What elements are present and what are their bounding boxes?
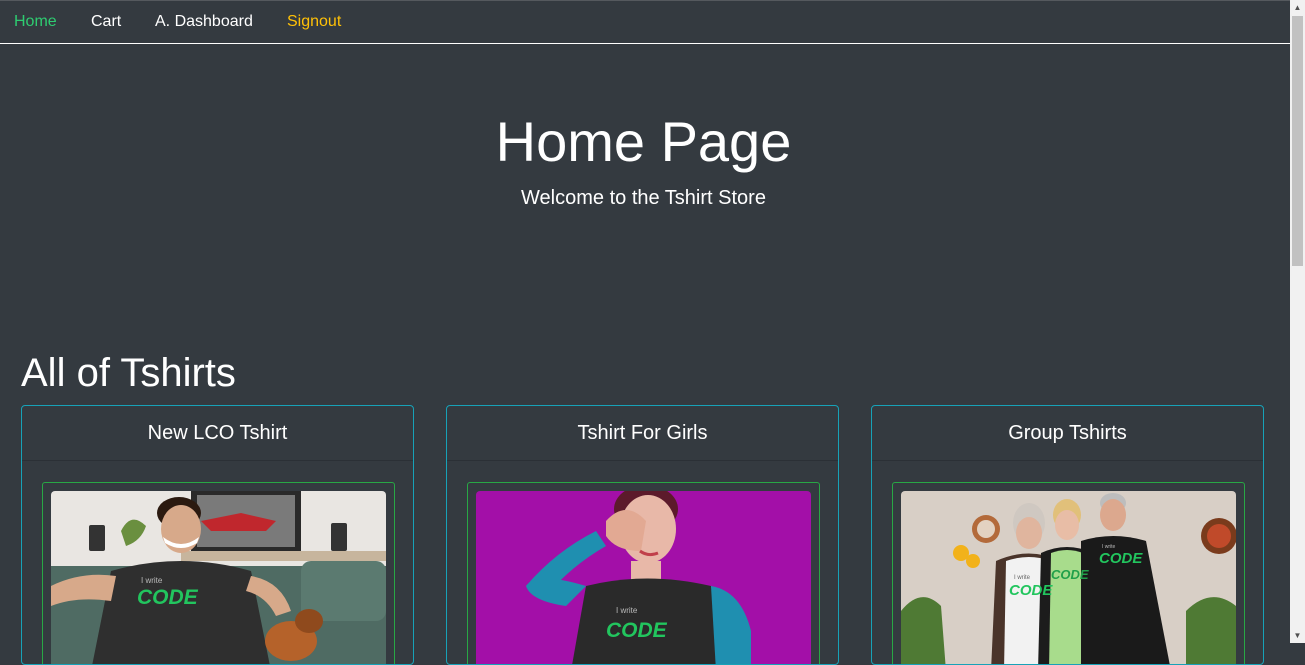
page: Home Cart A. Dashboard Signout Home Page…	[0, 0, 1290, 665]
shirt-text-small: I write	[141, 576, 163, 585]
nav-signout-link[interactable]: Signout	[287, 13, 341, 31]
shirt-text-large: CODE	[1009, 582, 1053, 599]
navbar: Home Cart A. Dashboard Signout	[0, 1, 1290, 44]
product-image[interactable]: I write CODE	[51, 491, 386, 664]
shirt-text-large-2: CODE	[1051, 567, 1089, 582]
scrollbar-thumb[interactable]	[1292, 16, 1303, 266]
shirt-text-small: I write	[616, 606, 638, 615]
product-card: Group Tshirts I write CODE CODE I write …	[871, 405, 1264, 665]
nav-cart-link[interactable]: Cart	[91, 13, 121, 31]
product-card-title: New LCO Tshirt	[22, 406, 413, 461]
product-photo-group: I write CODE CODE I write CODE	[901, 491, 1236, 664]
shirt-text-small: I write	[1014, 575, 1031, 581]
product-image-frame: I write CODE	[467, 482, 820, 664]
shirt-text-large: CODE	[606, 619, 668, 642]
vertical-scrollbar[interactable]: ▲ ▼	[1290, 0, 1305, 643]
scroll-down-icon[interactable]: ▼	[1290, 628, 1305, 643]
product-card-title: Group Tshirts	[872, 406, 1263, 461]
product-card: Tshirt For Girls I write CODE	[446, 405, 839, 665]
page-subtitle: Welcome to the Tshirt Store	[521, 187, 766, 209]
page-title: Home Page	[495, 110, 792, 173]
product-photo-girl: I write CODE	[476, 491, 811, 664]
section-title: All of Tshirts	[21, 351, 236, 395]
scroll-up-icon[interactable]: ▲	[1290, 0, 1305, 15]
product-image-frame: I write CODE	[42, 482, 395, 664]
shirt-text-large: CODE	[137, 586, 199, 609]
product-image-frame: I write CODE CODE I write CODE	[892, 482, 1245, 664]
shirt-text-large-3: CODE	[1099, 550, 1143, 567]
product-card-title: Tshirt For Girls	[447, 406, 838, 461]
nav-dashboard-link[interactable]: A. Dashboard	[155, 13, 253, 31]
product-photo-man-sofa: I write CODE	[51, 491, 386, 664]
product-image[interactable]: I write CODE	[476, 491, 811, 664]
product-image[interactable]: I write CODE CODE I write CODE	[901, 491, 1236, 664]
nav-home-link[interactable]: Home	[14, 13, 57, 31]
product-card: New LCO Tshirt I write CODE	[21, 405, 414, 665]
